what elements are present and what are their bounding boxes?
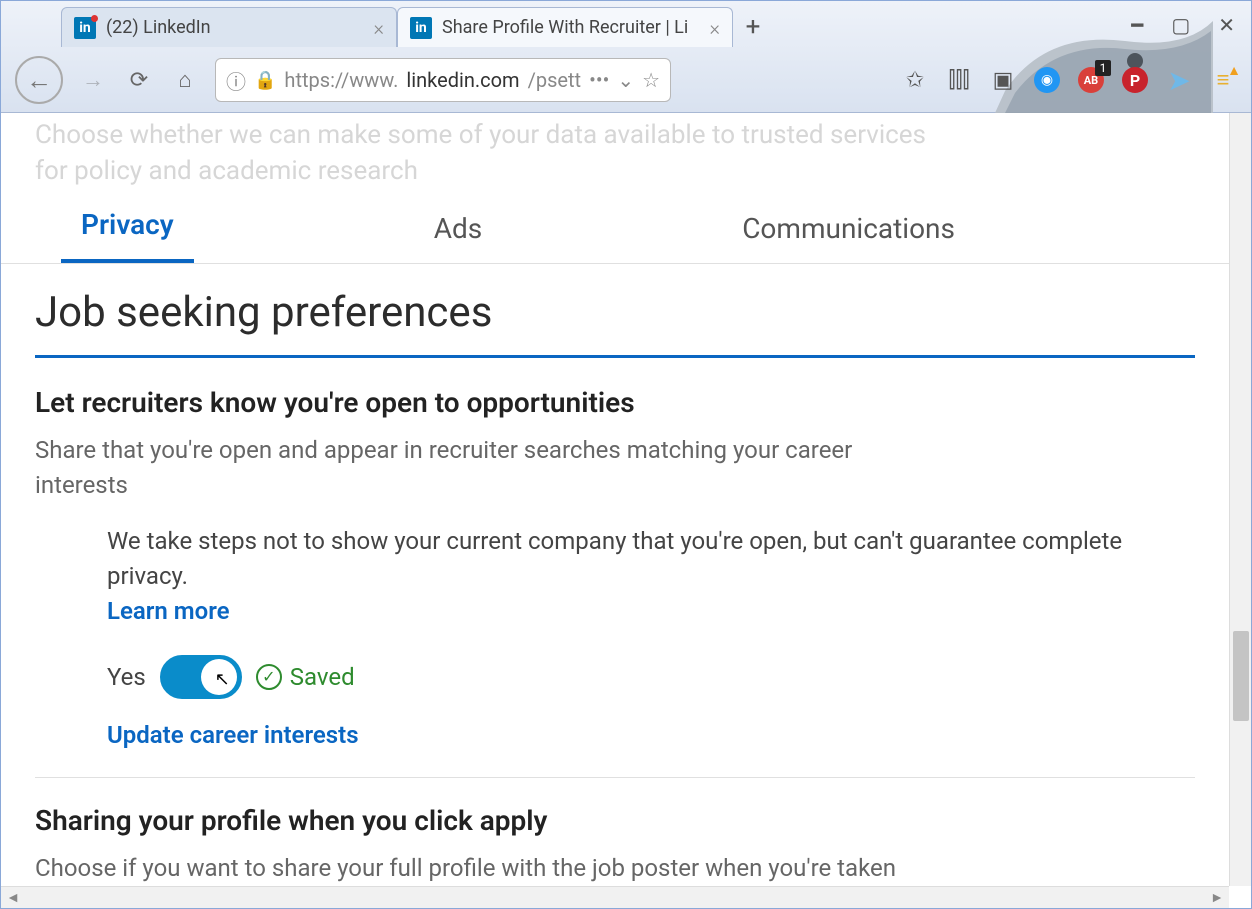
horizontal-scrollbar[interactable]: ◄ ► — [1, 886, 1229, 908]
url-path: /psett — [528, 68, 582, 92]
section-sharing-desc: Choose if you want to share your full pr… — [35, 851, 905, 886]
learn-more-link[interactable]: Learn more — [107, 597, 230, 625]
saved-indicator: ✓ Saved — [256, 663, 355, 691]
section-open-opportunities-title: Let recruiters know you're open to oppor… — [35, 386, 1195, 419]
tab-label: (22) LinkedIn — [106, 17, 364, 38]
tab-linkedin-inbox[interactable]: in (22) LinkedIn × — [61, 7, 397, 47]
tab-label: Share Profile With Recruiter | Li — [442, 17, 700, 38]
url-host: linkedin.com — [406, 68, 519, 92]
page-actions-icon[interactable]: ••• — [589, 68, 609, 92]
faded-prev-section: Choose whether we can make some of your … — [1, 113, 1229, 194]
section-open-opportunities-desc: Share that you're open and appear in rec… — [35, 433, 905, 503]
new-tab-button[interactable]: + — [733, 7, 773, 47]
zoom-extension-icon[interactable]: ◉ — [1033, 66, 1061, 94]
tab-privacy[interactable]: Privacy — [61, 208, 194, 263]
open-opportunities-toggle[interactable]: ↖ — [160, 655, 242, 699]
adblock-icon[interactable]: AB1 — [1077, 66, 1105, 94]
toggle-knob — [201, 659, 237, 695]
check-circle-icon: ✓ — [256, 664, 282, 690]
toggle-label: Yes — [107, 663, 146, 691]
minimize-button[interactable]: ━ — [1131, 13, 1143, 37]
menu-alert-icon[interactable]: ≡▲ — [1209, 66, 1237, 94]
settings-tabs: Privacy Ads Communications — [1, 198, 1229, 264]
url-prefix: https://www. — [284, 68, 398, 92]
update-career-interests-link[interactable]: Update career interests — [35, 721, 1195, 749]
home-button[interactable]: ⌂ — [169, 64, 201, 96]
close-tab-icon[interactable]: × — [710, 16, 720, 40]
info-icon[interactable]: ⓘ — [226, 66, 246, 95]
scrollbar-thumb[interactable] — [1233, 631, 1249, 721]
vertical-scrollbar[interactable] — [1229, 113, 1251, 886]
settings-content: Job seeking preferences Let recruiters k… — [1, 264, 1229, 886]
reload-button[interactable]: ⟳ — [123, 64, 155, 96]
library-icon[interactable]: ⫿⫿⫿ — [945, 66, 973, 94]
pinterest-icon[interactable]: P — [1121, 66, 1149, 94]
scroll-left-icon[interactable]: ◄ — [3, 887, 23, 907]
tab-strip: in (22) LinkedIn × in Share Profile With… — [1, 1, 1251, 47]
forward-button[interactable]: → — [77, 64, 109, 96]
close-tab-icon[interactable]: × — [374, 16, 384, 40]
sidebar-icon[interactable]: ▣ — [989, 66, 1017, 94]
page-viewport: Choose whether we can make some of your … — [1, 113, 1229, 886]
section-sharing-title: Sharing your profile when you click appl… — [35, 804, 1195, 837]
browser-chrome: ━ ▢ ✕ in (22) LinkedIn × in Share Profil… — [1, 1, 1251, 113]
divider — [35, 777, 1195, 778]
library-star-icon[interactable]: ✩ — [901, 66, 929, 94]
tab-share-profile[interactable]: in Share Profile With Recruiter | Li × — [397, 7, 733, 47]
privacy-note: We take steps not to show your current c… — [35, 524, 1195, 628]
lock-icon: 🔒 — [254, 70, 276, 91]
tab-ads[interactable]: Ads — [414, 212, 503, 263]
cursor-extension-icon[interactable]: ➤ — [1165, 66, 1193, 94]
toolbar-icons: ✩ ⫿⫿⫿ ▣ ◉ AB1 P ➤ ≡▲ — [901, 66, 1237, 94]
maximize-button[interactable]: ▢ — [1171, 13, 1190, 37]
window-controls: ━ ▢ ✕ — [1131, 13, 1235, 37]
scroll-right-icon[interactable]: ► — [1207, 887, 1227, 907]
linkedin-icon: in — [410, 17, 432, 39]
linkedin-icon: in — [74, 17, 96, 39]
nav-toolbar: ← → ⟳ ⌂ ⓘ 🔒 https://www. linkedin.com/pse… — [1, 47, 1251, 113]
page-title: Job seeking preferences — [35, 288, 1195, 358]
open-opportunities-toggle-row: Yes ↖ ✓ Saved — [35, 655, 1195, 699]
star-icon[interactable]: ☆ — [642, 68, 660, 92]
tab-communications[interactable]: Communications — [722, 212, 975, 263]
saved-label: Saved — [290, 663, 355, 691]
close-window-button[interactable]: ✕ — [1218, 13, 1235, 37]
back-button[interactable]: ← — [15, 56, 63, 104]
pocket-icon[interactable]: ⌄ — [617, 68, 634, 92]
address-bar[interactable]: ⓘ 🔒 https://www. linkedin.com/psett ••• ⌄… — [215, 58, 671, 102]
